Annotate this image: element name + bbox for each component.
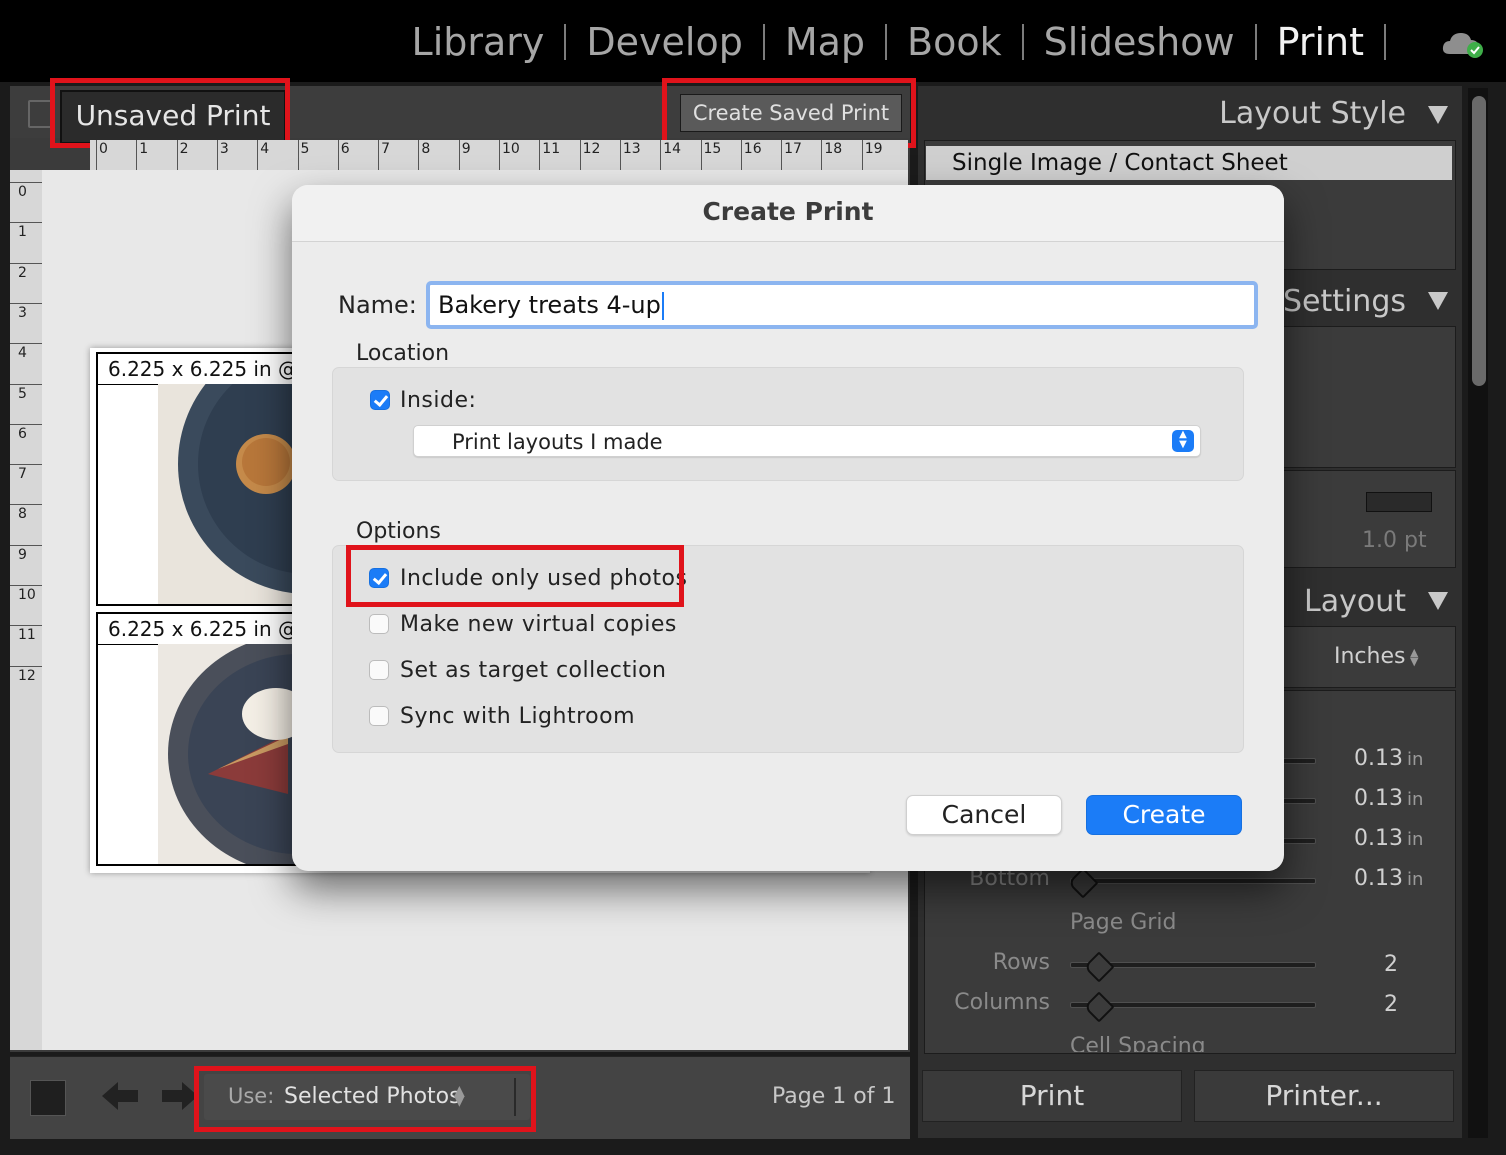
layout-header[interactable]: Layout — [1304, 584, 1406, 619]
location-select-value: Print layouts I made — [452, 430, 663, 454]
print-cell[interactable]: 6.225 x 6.225 in @ 3 — [96, 352, 300, 606]
ruler-tick: 16 — [740, 140, 762, 170]
page-grid-label: Page Grid — [1070, 910, 1177, 935]
ruler-tick: 13 — [619, 140, 641, 170]
options-label: Options — [356, 519, 441, 544]
pie-photo — [158, 634, 298, 864]
create-print-dialog: Create Print Name: Bakery treats 4-up Lo… — [292, 185, 1284, 871]
module-book[interactable]: Book — [887, 14, 1022, 70]
margin-value: 0.13 in — [1354, 826, 1424, 851]
ruler-tick: 15 — [700, 140, 721, 170]
location-label: Location — [356, 341, 450, 366]
rows-value: 2 — [1384, 952, 1398, 977]
ruler-tick: 17 — [781, 140, 802, 170]
ruler-tick: 5 — [297, 140, 309, 170]
ruler-tick: 14 — [660, 140, 681, 170]
triangle-down-icon[interactable] — [1428, 592, 1448, 610]
target-collection-checkbox[interactable] — [369, 660, 389, 680]
ruler-tick: 12 — [579, 140, 600, 170]
name-input[interactable]: Bakery treats 4-up — [426, 281, 1258, 329]
ruler-tick: 10 — [499, 140, 520, 170]
target-collection-label: Set as target collection — [400, 658, 667, 683]
highlight-box — [662, 78, 916, 148]
module-print[interactable]: Print — [1257, 14, 1384, 70]
columns-label: Columns — [954, 990, 1050, 1015]
highlight-box — [346, 545, 684, 607]
horizontal-ruler: 0 1 2 3 4 5 6 7 8 9 10 11 12 13 14 15 16 17 18 19 — [90, 140, 908, 170]
cell-spacing-label: Cell Spacing — [1070, 1034, 1206, 1052]
ruler-tick: 8 — [418, 140, 430, 170]
text-cursor — [661, 292, 664, 320]
triangle-down-icon[interactable] — [1428, 292, 1448, 310]
ruler-tick: 19 — [861, 140, 883, 170]
sync-lightroom-checkbox[interactable] — [369, 706, 389, 726]
virtual-copies-label: Make new virtual copies — [400, 612, 677, 637]
module-picker: Library Develop Map Book Slideshow Print — [392, 14, 1386, 70]
stop-icon[interactable] — [30, 1080, 66, 1116]
chevron-updown-icon: ▲ ▼ — [1410, 646, 1419, 668]
photo — [158, 354, 298, 604]
ruler-tick: 18 — [821, 140, 842, 170]
ruler-tick: 2 — [176, 140, 189, 170]
highlight-box — [50, 78, 290, 148]
chevron-updown-icon: ▲ ▼ — [1172, 430, 1194, 452]
inside-label: Inside: — [400, 388, 477, 413]
margin-bottom-value: 0.13 in — [1354, 866, 1424, 891]
scrollbar-thumb[interactable] — [1472, 96, 1486, 386]
module-separator — [1384, 24, 1386, 60]
location-select[interactable]: Print layouts I made ▲ ▼ — [413, 425, 1201, 457]
layout-style-header[interactable]: Layout Style — [1219, 96, 1406, 131]
cell-info-label: 6.225 x 6.225 in @ 3 — [98, 614, 298, 645]
module-develop[interactable]: Develop — [566, 14, 762, 70]
cell-info-label: 6.225 x 6.225 in @ 3 — [98, 354, 298, 385]
sync-lightroom-label: Sync with Lightroom — [400, 704, 635, 729]
layout-style-option[interactable]: Single Image / Contact Sheet — [926, 146, 1452, 180]
printer-button[interactable]: Printer... — [1194, 1070, 1454, 1122]
stroke-width-value: 1.0 pt — [1362, 528, 1427, 553]
page-info: Page 1 of 1 — [772, 1084, 896, 1109]
dialog-title-bar: Create Print — [292, 185, 1284, 242]
ruler-tick: 6 — [337, 140, 350, 170]
margin-value: 0.13 in — [1354, 746, 1424, 771]
ruler-tick: 11 — [539, 140, 560, 170]
highlight-box — [194, 1066, 536, 1132]
module-slideshow[interactable]: Slideshow — [1024, 14, 1255, 70]
cloud-sync-icon[interactable] — [1440, 28, 1486, 60]
photo — [158, 634, 298, 864]
create-button[interactable]: Create — [1086, 795, 1242, 835]
units-select[interactable]: Inches — [1334, 644, 1405, 669]
inside-checkbox[interactable] — [370, 390, 390, 410]
cancel-button[interactable]: Cancel — [906, 795, 1062, 835]
ruler-tick: 9 — [458, 140, 471, 170]
arrow-left-icon[interactable] — [100, 1080, 140, 1112]
vertical-ruler: 0 1 2 3 4 5 6 7 8 9 10 11 12 — [10, 170, 50, 1050]
ruler-tick: 3 — [216, 140, 229, 170]
virtual-copies-checkbox[interactable] — [369, 614, 389, 634]
margin-bottom-slider[interactable] — [1070, 878, 1316, 884]
module-bar: Library Develop Map Book Slideshow Print — [0, 0, 1506, 82]
stroke-color-swatch[interactable] — [1366, 492, 1432, 512]
ruler-tick: 1 — [136, 140, 148, 170]
columns-value: 2 — [1384, 992, 1398, 1017]
print-button[interactable]: Print — [922, 1070, 1182, 1122]
triangle-down-icon[interactable] — [1428, 106, 1448, 124]
name-label: Name: — [338, 291, 417, 319]
rows-label: Rows — [992, 950, 1050, 975]
name-value: Bakery treats 4-up — [438, 291, 661, 319]
ruler-tick: 0 — [96, 140, 108, 170]
dialog-title: Create Print — [702, 197, 874, 226]
print-cell[interactable]: 6.225 x 6.225 in @ 3 — [96, 612, 300, 866]
location-group: Inside: — [332, 367, 1244, 481]
ruler-tick: 7 — [378, 140, 390, 170]
module-map[interactable]: Map — [765, 14, 885, 70]
margin-value: 0.13 in — [1354, 786, 1424, 811]
ruler-tick: 4 — [257, 140, 269, 170]
module-library[interactable]: Library — [392, 14, 565, 70]
muffin-photo — [158, 354, 298, 604]
